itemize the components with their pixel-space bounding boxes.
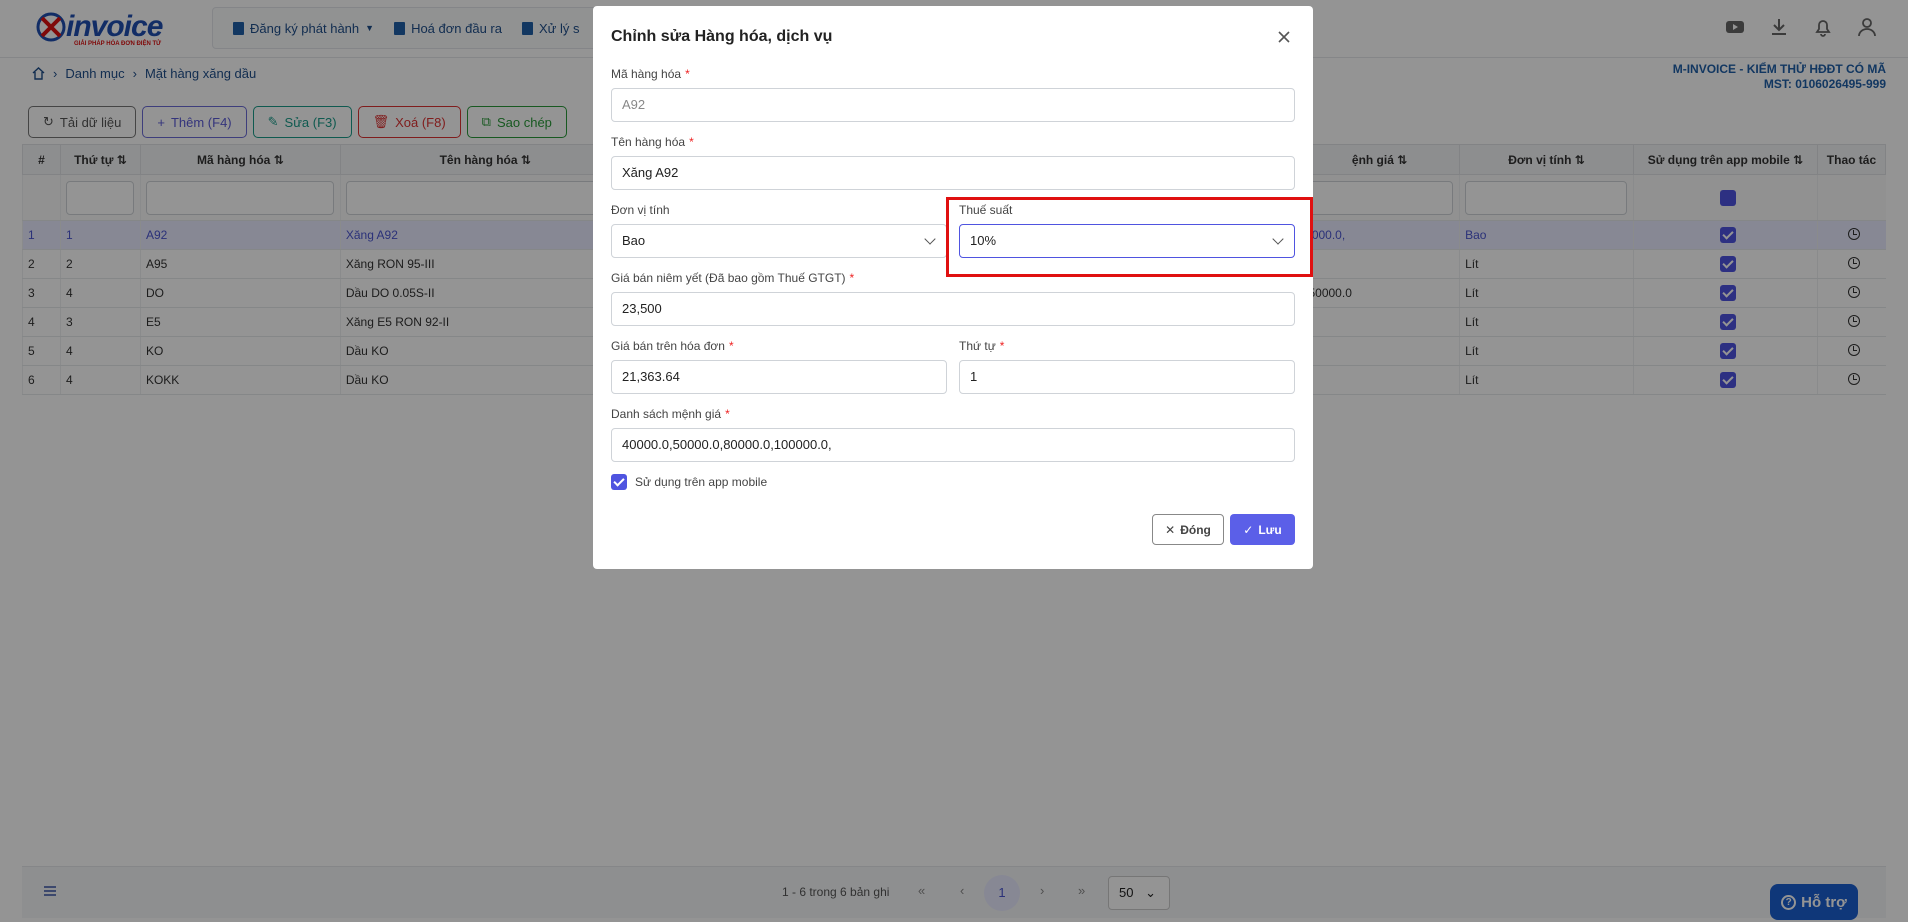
invoice-price-label: Giá bán trên hóa đơn *	[611, 339, 734, 353]
list-price-field[interactable]: 23,500	[611, 292, 1295, 326]
name-field[interactable]: Xăng A92	[611, 156, 1295, 190]
order-field[interactable]: 1	[959, 360, 1295, 394]
dialog-title: Chỉnh sửa Hàng hóa, dịch vụ	[611, 28, 833, 45]
name-label: Tên hàng hóa *	[611, 135, 694, 149]
invoice-price-field[interactable]: 21,363.64	[611, 360, 947, 394]
chevron-down-icon	[924, 233, 936, 245]
mobile-checkbox-label[interactable]: Sử dụng trên app mobile	[635, 475, 767, 489]
denomination-label: Danh sách mệnh giá *	[611, 407, 730, 421]
list-price-label: Giá bán niêm yết (Đã bao gồm Thuế GTGT) *	[611, 271, 855, 285]
close-button[interactable]: ✕ Đóng	[1152, 514, 1224, 545]
save-button[interactable]: ✓ Lưu	[1230, 514, 1295, 545]
edit-item-dialog: Chỉnh sửa Hàng hóa, dịch vụ Mã hàng hóa *…	[593, 6, 1313, 569]
denomination-field[interactable]: 40000.0,50000.0,80000.0,100000.0,	[611, 428, 1295, 462]
unit-select[interactable]: Bao	[611, 224, 947, 258]
close-icon: ✕	[1165, 522, 1176, 537]
close-icon[interactable]	[1277, 30, 1291, 44]
code-field[interactable]: A92	[611, 88, 1295, 122]
unit-label: Đơn vị tính	[611, 203, 670, 217]
check-icon: ✓	[1243, 522, 1254, 537]
mobile-checkbox[interactable]	[611, 474, 627, 490]
code-label: Mã hàng hóa *	[611, 67, 690, 81]
mobile-option: Sử dụng trên app mobile	[611, 474, 767, 490]
highlight-box	[946, 197, 1313, 277]
order-label: Thứ tự *	[959, 339, 1005, 353]
